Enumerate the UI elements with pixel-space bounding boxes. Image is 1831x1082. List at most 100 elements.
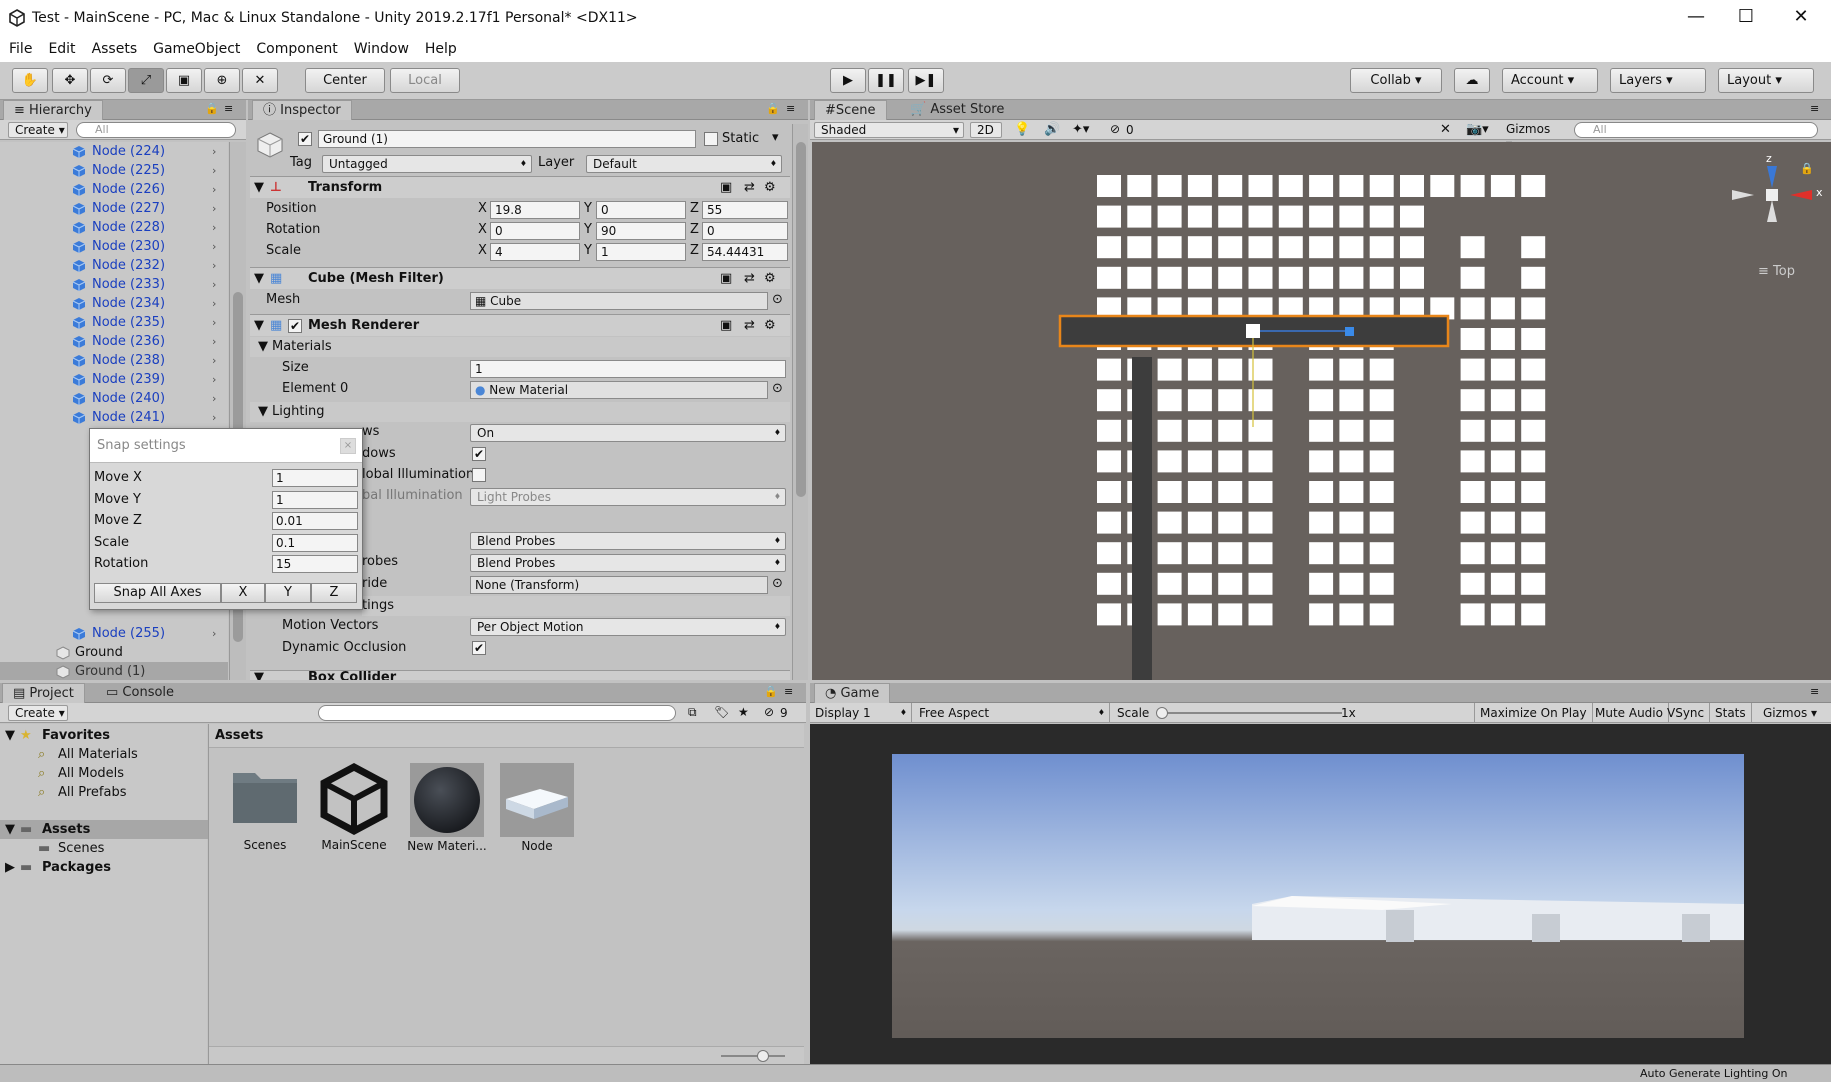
grid-tile[interactable] bbox=[1157, 266, 1182, 289]
chevron-right-icon[interactable]: › bbox=[212, 180, 216, 199]
star-icon[interactable]: ★ bbox=[738, 705, 749, 719]
close-icon[interactable]: × bbox=[340, 438, 356, 454]
object-picker-icon[interactable]: ⊙ bbox=[772, 379, 783, 399]
grid-tile[interactable] bbox=[1521, 603, 1546, 626]
list-item[interactable]: Node (235) › bbox=[0, 313, 228, 332]
2d-toggle-button[interactable]: 2D bbox=[970, 122, 1002, 138]
gizmo-center-handle[interactable] bbox=[1246, 324, 1260, 338]
grid-tile[interactable] bbox=[1521, 358, 1546, 381]
grid-tile[interactable] bbox=[1309, 358, 1334, 381]
grid-tile[interactable] bbox=[1218, 511, 1243, 534]
scene-grid-view[interactable] bbox=[812, 142, 1831, 680]
grid-tile[interactable] bbox=[1157, 419, 1182, 442]
snap-all-axes-button[interactable]: Snap All Axes bbox=[94, 583, 221, 603]
grid-tile[interactable] bbox=[1157, 542, 1182, 565]
collab-button[interactable]: Collab ▾ bbox=[1350, 68, 1442, 93]
object-picker-icon[interactable]: ⊙ bbox=[772, 574, 783, 594]
grid-tile[interactable] bbox=[1521, 389, 1546, 412]
grid-tile[interactable] bbox=[1097, 542, 1121, 565]
grid-tile[interactable] bbox=[1187, 511, 1212, 534]
grid-tile[interactable] bbox=[1157, 358, 1182, 381]
step-button[interactable]: ▶❚ bbox=[908, 68, 944, 93]
grid-tile[interactable] bbox=[1460, 328, 1485, 350]
rotation-x-field[interactable]: 0 bbox=[490, 222, 580, 240]
grid-tile[interactable] bbox=[1157, 450, 1182, 473]
grid-tile[interactable] bbox=[1460, 266, 1485, 289]
grid-tile[interactable] bbox=[1097, 419, 1121, 442]
cast-shadows-dropdown[interactable]: On bbox=[470, 424, 786, 442]
chevron-right-icon[interactable]: › bbox=[212, 351, 216, 370]
grid-tile[interactable] bbox=[1248, 419, 1273, 442]
chevron-right-icon[interactable]: › bbox=[212, 408, 216, 427]
grid-tile[interactable] bbox=[1309, 603, 1334, 626]
grid-tile[interactable] bbox=[1521, 297, 1546, 320]
hidden-objects-icon[interactable]: ⊘ bbox=[1110, 122, 1120, 136]
hidden-packages-icon[interactable]: ⊘ bbox=[764, 705, 774, 719]
grid-tile[interactable] bbox=[1127, 175, 1152, 197]
lock-icon[interactable]: 🔒 bbox=[205, 102, 219, 115]
material-field[interactable]: ● New Material bbox=[470, 381, 768, 399]
grid-tile[interactable] bbox=[1187, 205, 1212, 228]
asset-node[interactable]: Node bbox=[497, 763, 577, 853]
grid-tile[interactable] bbox=[1248, 236, 1273, 259]
snap-rotation-field[interactable]: 15 bbox=[272, 555, 358, 573]
grid-tile[interactable] bbox=[1157, 481, 1182, 503]
grid-tile[interactable] bbox=[1097, 389, 1121, 412]
help-icon[interactable]: ▣ bbox=[720, 315, 732, 337]
grid-tile[interactable] bbox=[1369, 481, 1394, 503]
grid-tile[interactable] bbox=[1521, 175, 1546, 197]
foldout-right-icon[interactable]: ▶ bbox=[5, 858, 15, 877]
grid-tile[interactable] bbox=[1097, 511, 1121, 534]
grid-tile[interactable] bbox=[1218, 419, 1243, 442]
grid-tile[interactable] bbox=[1187, 236, 1212, 259]
grid-tile[interactable] bbox=[1309, 205, 1334, 228]
grid-tile[interactable] bbox=[1339, 266, 1364, 289]
hierarchy-search-input[interactable]: All bbox=[76, 122, 236, 138]
list-item[interactable]: Node (240) › bbox=[0, 389, 228, 408]
menu-component[interactable]: Component bbox=[247, 38, 344, 57]
camera-icon[interactable]: 📷▾ bbox=[1466, 122, 1489, 137]
grid-tile[interactable] bbox=[1490, 328, 1515, 350]
maximize-on-play-button[interactable]: Maximize On Play bbox=[1474, 703, 1593, 723]
chevron-right-icon[interactable]: › bbox=[212, 237, 216, 256]
grid-tile[interactable] bbox=[1309, 542, 1334, 565]
tree-item-all-prefabs[interactable]: ⌕ All Prefabs bbox=[0, 783, 228, 802]
grid-tile[interactable] bbox=[1460, 175, 1485, 197]
grid-tile[interactable] bbox=[1400, 175, 1424, 197]
grid-tile[interactable] bbox=[1127, 205, 1152, 228]
pivot-local-button[interactable]: Local bbox=[390, 68, 460, 93]
chevron-right-icon[interactable]: › bbox=[212, 256, 216, 275]
grid-tile[interactable] bbox=[1369, 389, 1394, 412]
grid-tile[interactable] bbox=[1218, 542, 1243, 565]
rotation-y-field[interactable]: 90 bbox=[596, 222, 686, 240]
grid-tile[interactable] bbox=[1490, 297, 1515, 320]
list-item[interactable]: Node (232) › bbox=[0, 256, 228, 275]
list-item[interactable]: Node (236) › bbox=[0, 332, 228, 351]
grid-tile[interactable] bbox=[1400, 266, 1424, 289]
grid-tile[interactable] bbox=[1339, 419, 1364, 442]
list-item[interactable]: Node (227) › bbox=[0, 199, 228, 218]
tree-item-scenes[interactable]: ▬ Scenes bbox=[0, 839, 228, 858]
snap-move-z-field[interactable]: 0.01 bbox=[272, 512, 358, 530]
grid-tile[interactable] bbox=[1248, 542, 1273, 565]
grid-tile[interactable] bbox=[1248, 389, 1273, 412]
list-item[interactable]: Node (230) › bbox=[0, 237, 228, 256]
pivot-center-button[interactable]: Center bbox=[305, 68, 385, 93]
menu-window[interactable]: Window bbox=[345, 38, 416, 57]
chevron-right-icon[interactable]: › bbox=[212, 313, 216, 332]
grid-tile[interactable] bbox=[1157, 572, 1182, 595]
grid-tile[interactable] bbox=[1460, 603, 1485, 626]
rotation-z-field[interactable]: 0 bbox=[702, 222, 788, 240]
grid-tile[interactable] bbox=[1157, 511, 1182, 534]
grid-tile[interactable] bbox=[1490, 450, 1515, 473]
grid-tile[interactable] bbox=[1218, 205, 1243, 228]
grid-tile[interactable] bbox=[1521, 511, 1546, 534]
tree-item-all-materials[interactable]: ⌕ All Materials bbox=[0, 745, 228, 764]
transform-tool-button[interactable]: ⊕ bbox=[204, 68, 240, 93]
effects-icon[interactable]: ✦▾ bbox=[1072, 122, 1089, 137]
grid-tile[interactable] bbox=[1097, 205, 1121, 228]
grid-tile[interactable] bbox=[1369, 511, 1394, 534]
grid-tile[interactable] bbox=[1187, 572, 1212, 595]
contribute-gi-checkbox[interactable] bbox=[472, 468, 486, 482]
grid-tile[interactable] bbox=[1490, 175, 1515, 197]
